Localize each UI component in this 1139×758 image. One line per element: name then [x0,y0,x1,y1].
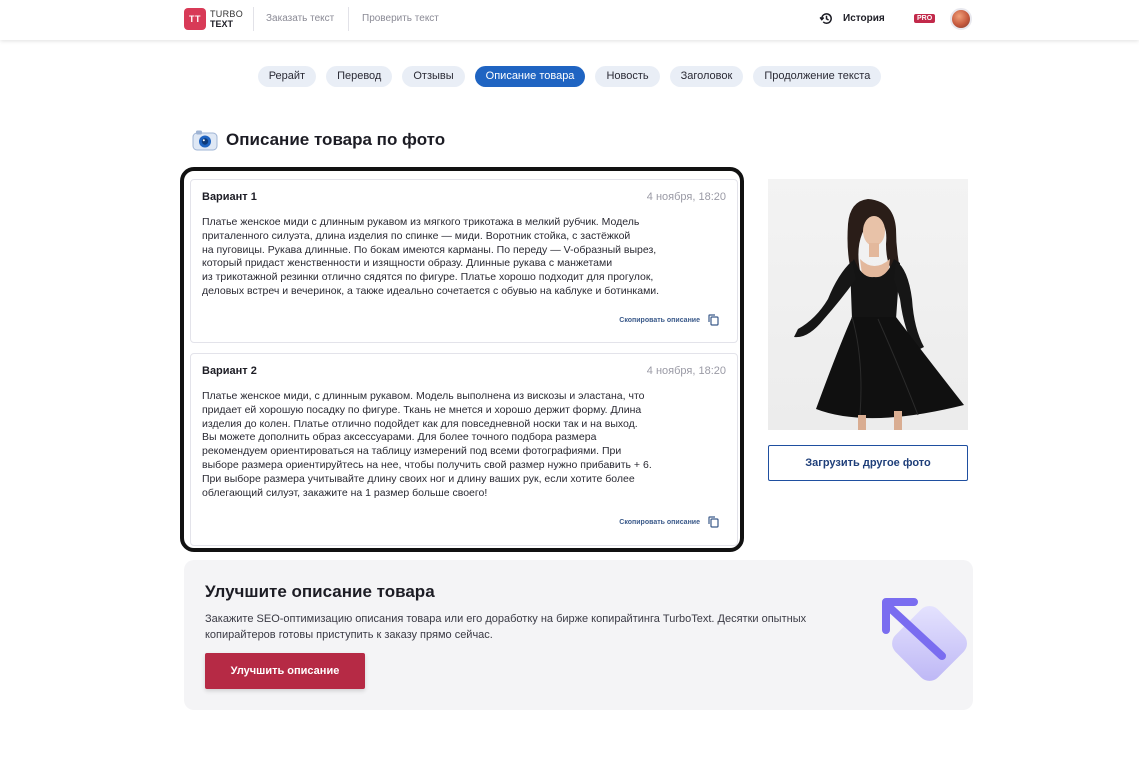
variant-line: из трикотажной резинки отлично сядятся п… [202,271,654,284]
variant-line: выборе размера ориентируйтесь на нее, чт… [202,458,652,471]
top-header: TT TURBO TEXT Заказать текст Проверить т… [0,0,1139,40]
variant-title: Вариант 2 [202,365,257,377]
upload-another-photo-button[interactable]: Загрузить другое фото [768,445,968,481]
header-divider [253,7,254,31]
promo-title: Улучшите описание товара [205,582,435,601]
logo-line2: TEXT [210,19,234,29]
dress-model-image [794,199,964,430]
logo-badge: TT [184,8,206,30]
tab-rewrite[interactable]: Рерайт [257,66,317,87]
copy-label: Скопировать описание [619,518,700,526]
tab-news[interactable]: Новость [595,66,660,87]
variant-line: Платье женское миди с длинным рукавом из… [202,216,640,228]
nav-order-text[interactable]: Заказать текст [266,13,334,24]
tab-reviews[interactable]: Отзывы [402,66,465,87]
variant-line: который придаст женственности и изящност… [202,257,613,270]
variant-text[interactable]: Платье женское миди, с длинным рукавом. … [202,390,730,500]
avatar[interactable] [950,8,972,30]
variant-line: на пуговицы. Рукава длинные. По бокам им… [202,243,657,256]
tab-headline[interactable]: Заголовок [669,66,744,87]
category-tabs: Рерайт Перевод Отзывы Описание товара Но… [0,66,1139,87]
pro-badge: PRO [914,14,936,23]
tab-product-description[interactable]: Описание товара [474,66,586,87]
nav-check-text[interactable]: Проверить текст [362,13,439,24]
copy-label: Скопировать описание [619,316,700,324]
logo-line1: TURBO [210,9,243,19]
variant-line: придает ей хорошую посадку по фигуре. Тк… [202,403,642,416]
upgrade-arrow-icon [882,598,967,681]
variant-card-2: Вариант 2 4 ноября, 18:20 Платье женское… [190,353,738,546]
camera-icon [192,130,218,151]
copy-icon [708,516,719,528]
product-photo [768,179,968,430]
copy-description-button[interactable]: Скопировать описание [619,314,719,326]
variant-line: Платье женское миди, с длинным рукавом. … [202,390,645,402]
tab-continue-text[interactable]: Продолжение текста [753,66,882,87]
history-icon [819,13,832,24]
promo-text: Закажите SEO-оптимизацию описания товара… [205,613,807,641]
variant-title: Вариант 1 [202,191,257,203]
variant-line: изделия до колен. Платье отлично подойде… [202,417,638,430]
variant-date: 4 ноября, 18:20 [646,365,726,377]
variant-date: 4 ноября, 18:20 [646,191,726,203]
logo-wordmark: TURBO TEXT [210,9,243,29]
variant-line: деловых встреч и вечеринок, а также идеа… [202,284,660,297]
tab-translate[interactable]: Перевод [326,66,393,87]
variant-line: рекомендуем ориентироваться на таблицу и… [202,445,622,458]
history-link[interactable]: История [819,11,885,26]
variant-text[interactable]: Платье женское миди с длинным рукавом из… [202,216,730,299]
variant-line: приталенного силуэта, длина изделия по с… [202,229,631,242]
variant-card-1: Вариант 1 4 ноября, 18:20 Платье женское… [190,179,738,343]
page-title: Описание товара по фото [226,130,446,149]
variants-panel: Вариант 1 4 ноября, 18:20 Платье женское… [180,167,744,552]
variant-line: облегающий силуэт, закажите на 1 размер … [202,486,488,499]
page-title-row: Описание товара по фото [192,128,445,152]
history-label: История [843,13,885,24]
copy-icon [708,314,719,326]
variant-line: Вы можете дополнить образ аксессуарами. … [202,431,597,444]
promo-banner: Улучшите описание товара Закажите SEO-оп… [184,560,973,710]
variant-line: При выборе размера учитывайте длину свои… [202,472,635,485]
improve-description-button[interactable]: Улучшить описание [205,653,365,689]
copy-description-button[interactable]: Скопировать описание [619,516,719,528]
turbotext-logo[interactable]: TT TURBO TEXT [184,8,243,30]
header-divider [348,7,349,31]
